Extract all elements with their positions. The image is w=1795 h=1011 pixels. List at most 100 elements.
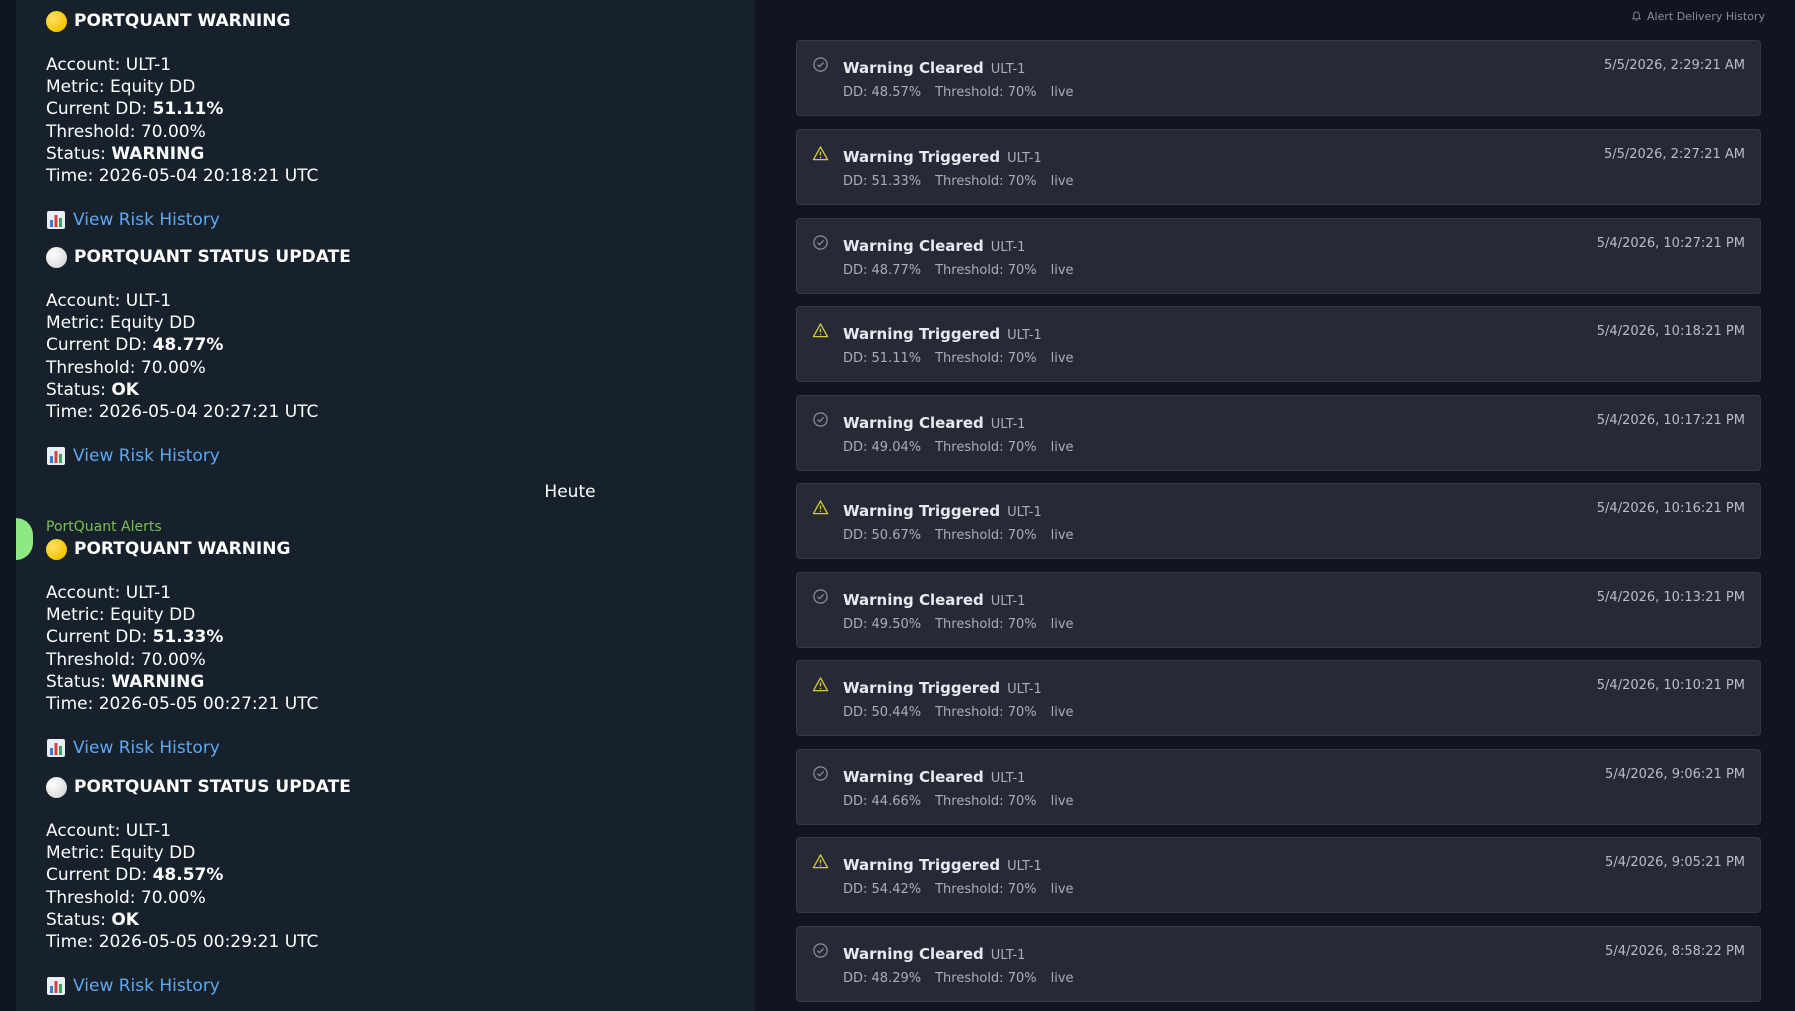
alert-dd: DD: 49.50% — [843, 617, 922, 632]
status-value: WARNING — [111, 671, 205, 692]
delivery-history-header: Alert Delivery History — [1631, 10, 1765, 23]
alert-timestamp: 5/4/2026, 10:13:21 PM — [1596, 590, 1745, 605]
alert-meta: DD: 54.42% Threshold: 70% live — [843, 882, 1088, 897]
alert-dd: DD: 48.77% — [843, 263, 922, 278]
alert-meta: DD: 49.04% Threshold: 70% live — [843, 440, 1088, 455]
chat-edge — [0, 0, 16, 1011]
alert-account: ULT-1 — [990, 240, 1026, 255]
threshold-line: Threshold: 70.00% — [46, 357, 206, 378]
dd-label: Current DD: — [46, 99, 153, 120]
alert-account: ULT-1 — [1007, 505, 1042, 520]
risk-history-link-row[interactable]: View Risk History — [46, 736, 220, 760]
metric-line: Metric: Equity DD — [46, 313, 196, 334]
alert-meta: DD: 48.57% Threshold: 70% live — [843, 85, 1088, 100]
alert-card[interactable]: Warning Triggered ULT-1 5/4/2026, 9:05:21… — [796, 837, 1761, 913]
alert-threshold: Threshold: 70% — [935, 617, 1037, 632]
alert-title-text: Warning Triggered — [843, 856, 1001, 874]
risk-history-link-row[interactable]: View Risk History — [46, 974, 220, 998]
alert-mode: live — [1050, 794, 1074, 809]
time-line: Time: 2026-05-05 00:27:21 UTC — [46, 693, 319, 714]
alert-card[interactable]: Warning Triggered ULT-1 5/4/2026, 10:18:2… — [796, 306, 1761, 382]
alert-card[interactable]: Warning Triggered ULT-1 5/4/2026, 10:16:2… — [796, 483, 1761, 559]
delivery-history-title: Alert Delivery History — [1647, 10, 1765, 23]
alert-title: Warning Triggered ULT-1 — [843, 325, 1042, 343]
yellow-circle-icon — [46, 10, 67, 32]
alert-dd: DD: 50.44% — [843, 705, 922, 720]
time-line: Time: 2026-05-04 20:18:21 UTC — [46, 165, 319, 186]
alert-card[interactable]: Warning Triggered ULT-1 5/4/2026, 10:10:2… — [796, 660, 1761, 736]
alert-title-text: Warning Cleared — [843, 237, 984, 255]
account-line: Account: ULT-1 — [46, 55, 172, 75]
chat-message: PORTQUANT STATUS UPDATE Account: ULT-1 M… — [46, 245, 706, 466]
alert-meta: DD: 49.50% Threshold: 70% live — [843, 617, 1088, 632]
check-circle-icon — [813, 589, 828, 604]
view-risk-history-link[interactable]: View Risk History — [73, 976, 220, 996]
alert-title: Warning Cleared ULT-1 — [843, 237, 1025, 255]
threshold-line: Threshold: 70.00% — [46, 649, 206, 670]
risk-history-link-row[interactable]: View Risk History — [46, 208, 220, 232]
alert-timestamp: 5/5/2026, 2:27:21 AM — [1603, 147, 1745, 162]
check-circle-icon — [813, 57, 828, 72]
metric-line: Metric: Equity DD — [46, 77, 196, 98]
alert-timestamp: 5/4/2026, 9:05:21 PM — [1605, 855, 1745, 870]
view-risk-history-link[interactable]: View Risk History — [73, 210, 220, 230]
message-header: PORTQUANT WARNING — [46, 9, 706, 33]
alert-title-text: Warning Triggered — [843, 148, 1001, 166]
alert-card[interactable]: Warning Triggered ULT-1 5/5/2026, 2:27:21… — [796, 129, 1761, 205]
dd-value: 48.77% — [152, 335, 224, 356]
dd-line: Current DD: 48.57% — [46, 864, 686, 886]
risk-history-link-row[interactable]: View Risk History — [46, 444, 220, 468]
alert-title: Warning Triggered ULT-1 — [843, 679, 1042, 697]
message-body: Account: ULT-1 Metric: Equity DD Current… — [46, 820, 686, 953]
alert-title-text: Warning Triggered — [843, 679, 1001, 697]
alert-title: Warning Triggered ULT-1 — [843, 856, 1042, 874]
alert-card[interactable]: Warning Cleared ULT-1 5/4/2026, 10:13:21 … — [796, 572, 1761, 648]
alert-title: Warning Cleared ULT-1 — [843, 945, 1025, 963]
view-risk-history-link[interactable]: View Risk History — [73, 446, 220, 466]
alert-account: ULT-1 — [990, 771, 1026, 786]
check-circle-icon — [813, 235, 828, 250]
alert-meta: DD: 50.67% Threshold: 70% live — [843, 528, 1088, 543]
dd-label: Current DD: — [46, 335, 153, 356]
alert-threshold: Threshold: 70% — [935, 971, 1037, 986]
account-line: Account: ULT-1 — [46, 821, 172, 841]
alert-mode: live — [1050, 85, 1074, 100]
message-title: PORTQUANT WARNING — [74, 11, 291, 31]
view-risk-history-link[interactable]: View Risk History — [73, 738, 220, 758]
dd-value: 51.11% — [152, 99, 224, 120]
dd-line: Current DD: 51.33% — [46, 626, 686, 648]
alert-dd: DD: 51.33% — [843, 174, 922, 189]
alert-threshold: Threshold: 70% — [935, 174, 1037, 189]
alert-dd: DD: 44.66% — [843, 794, 922, 809]
sender-name[interactable]: PortQuant Alerts — [46, 519, 162, 535]
alert-title: Warning Triggered ULT-1 — [843, 148, 1042, 166]
alert-account: ULT-1 — [990, 948, 1026, 963]
dd-value: 51.33% — [152, 627, 224, 648]
status-value: OK — [111, 379, 139, 400]
sender-avatar[interactable] — [16, 518, 33, 560]
alert-mode: live — [1050, 617, 1074, 632]
message-header: PORTQUANT WARNING — [46, 537, 706, 561]
alert-title-text: Warning Cleared — [843, 59, 984, 77]
alert-account: ULT-1 — [990, 62, 1026, 77]
metric-line: Metric: Equity DD — [46, 605, 196, 626]
alert-meta: DD: 51.11% Threshold: 70% live — [843, 351, 1088, 366]
message-title: PORTQUANT STATUS UPDATE — [74, 247, 351, 267]
alert-mode: live — [1050, 528, 1074, 543]
alert-card[interactable]: Warning Cleared ULT-1 5/4/2026, 9:06:21 P… — [796, 749, 1761, 825]
chat-message: PORTQUANT STATUS UPDATE Account: ULT-1 M… — [46, 775, 706, 996]
alert-card[interactable]: Warning Cleared ULT-1 5/5/2026, 2:29:21 A… — [796, 40, 1761, 116]
message-header: PORTQUANT STATUS UPDATE — [46, 775, 706, 799]
bar-chart-icon — [47, 977, 65, 995]
alert-account: ULT-1 — [990, 417, 1026, 432]
date-separator: Heute — [544, 482, 596, 502]
alert-card[interactable]: Warning Cleared ULT-1 5/4/2026, 10:27:21 … — [796, 218, 1761, 294]
warning-triangle-icon — [812, 146, 829, 161]
alert-card[interactable]: Warning Cleared ULT-1 5/4/2026, 8:58:22 P… — [796, 926, 1761, 1002]
alert-mode: live — [1050, 882, 1074, 897]
alert-card[interactable]: Warning Cleared ULT-1 5/4/2026, 10:17:21 … — [796, 395, 1761, 471]
alert-delivery-panel: Alert Delivery History Warning Cleared UL… — [755, 0, 1795, 1011]
alert-timestamp: 5/4/2026, 10:27:21 PM — [1596, 236, 1745, 251]
alert-title: Warning Triggered ULT-1 — [843, 502, 1042, 520]
alert-meta: DD: 48.77% Threshold: 70% live — [843, 263, 1088, 278]
